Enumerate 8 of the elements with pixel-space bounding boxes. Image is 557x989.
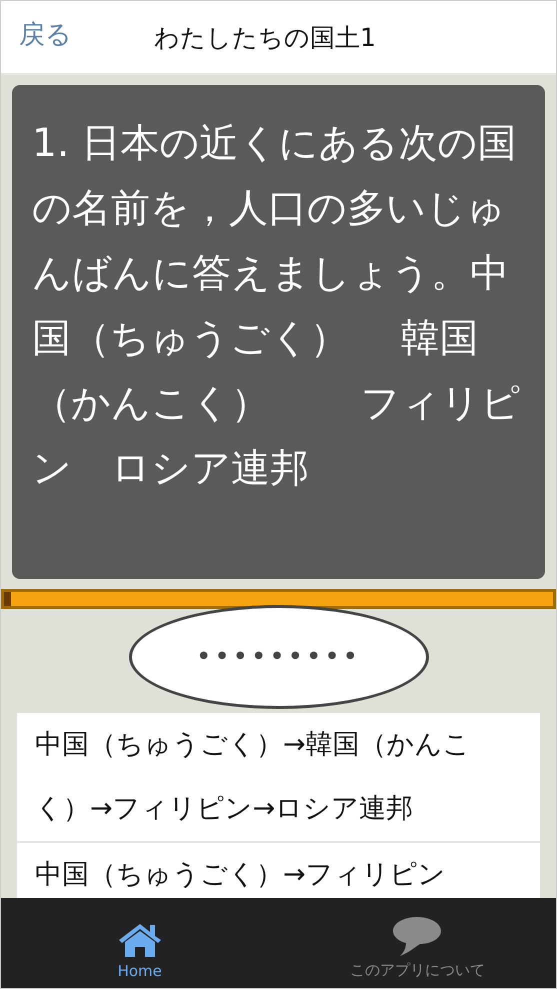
speech-bubble-icon [392, 915, 442, 957]
home-icon [116, 922, 163, 958]
tab[interactable]: Home [1, 898, 278, 988]
bubble-text: ••••••••• [196, 642, 362, 672]
question-text: 1. 日本の近くにある次の国の名前を，人口の多いじゅんばんに答えましょう。中国（ちゅうごく） 韓国（かんこく） フィリピン ロシア連邦 [32, 120, 522, 493]
tab[interactable]: このアプリについて [278, 898, 556, 988]
screen-title: わたしたちの国土1 [154, 22, 376, 54]
back-button[interactable]: 戻る [19, 17, 72, 52]
